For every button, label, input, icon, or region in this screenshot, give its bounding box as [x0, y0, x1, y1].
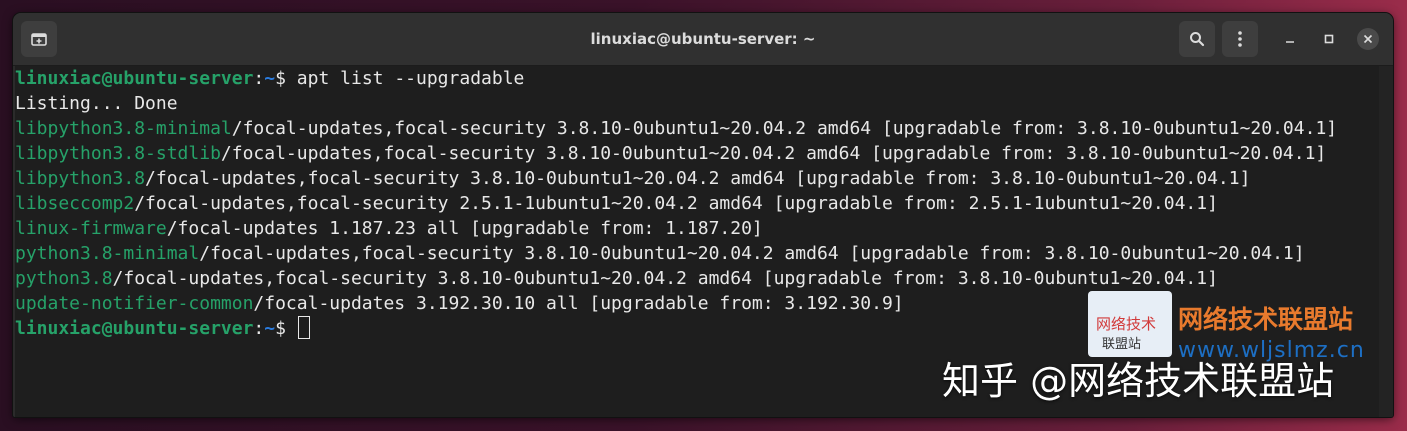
package-line: linux-firmware/focal-updates 1.187.23 al…: [15, 216, 763, 241]
minimize-button[interactable]: [1279, 28, 1301, 50]
package-line: libseccomp2/focal-updates,focal-security…: [15, 191, 1218, 216]
package-name: libpython3.8: [15, 168, 146, 189]
package-details: /focal-updates 1.187.23 all [upgradable …: [166, 218, 763, 239]
package-name: python3.8: [15, 268, 113, 289]
prompt-user-host: linuxiac@ubuntu-server: [15, 318, 254, 339]
prompt-dollar: $: [275, 68, 297, 89]
package-name: linux-firmware: [15, 218, 167, 239]
watermark-logo-line1: 网络技术: [1096, 315, 1157, 333]
close-icon: [1363, 34, 1373, 44]
kebab-menu-icon: [1238, 31, 1242, 47]
package-name: python3.8-minimal: [15, 243, 200, 264]
command-line: linuxiac@ubuntu-server:~$ apt list --upg…: [15, 66, 524, 91]
package-line: update-notifier-common/focal-updates 3.1…: [15, 291, 904, 316]
prompt-user-host: linuxiac@ubuntu-server: [15, 68, 254, 89]
scrollbar[interactable]: [1379, 66, 1393, 417]
prompt-dollar: $: [275, 318, 297, 339]
prompt-separator: :: [253, 68, 265, 89]
maximize-icon: [1324, 34, 1334, 44]
package-name: libpython3.8-minimal: [15, 118, 232, 139]
package-details: /focal-updates,focal-security 3.8.10-0ub…: [145, 168, 1251, 189]
package-line: libpython3.8/focal-updates,focal-securit…: [15, 166, 1250, 191]
prompt-separator: :: [253, 318, 265, 339]
package-details: /focal-updates,focal-security 3.8.10-0ub…: [220, 143, 1327, 164]
package-line: libpython3.8-minimal/focal-updates,focal…: [15, 116, 1337, 141]
package-details: /focal-updates,focal-security 3.8.10-0ub…: [199, 243, 1305, 264]
package-details: /focal-updates 3.192.30.10 all [upgradab…: [253, 293, 904, 314]
maximize-button[interactable]: [1318, 28, 1340, 50]
prompt-path: ~: [264, 318, 276, 339]
watermark-zhihu: 知乎 @网络技术联盟站: [942, 359, 1335, 403]
search-icon: [1190, 32, 1205, 47]
package-name: update-notifier-common: [15, 293, 254, 314]
terminal-cursor: [297, 316, 310, 339]
minimize-icon: [1286, 41, 1294, 43]
close-button[interactable]: [1357, 28, 1379, 50]
package-details: /focal-updates,focal-security 2.5.1-1ubu…: [134, 193, 1218, 214]
search-button[interactable]: [1179, 21, 1215, 57]
watermark-logo: 网络技术 联盟站: [1088, 291, 1172, 357]
package-details: /focal-updates,focal-security 3.8.10-0ub…: [231, 118, 1338, 139]
package-name: libseccomp2: [15, 193, 135, 214]
package-details: /focal-updates,focal-security 3.8.10-0ub…: [112, 268, 1218, 289]
watermark-site-name: 网络技术联盟站: [1178, 305, 1354, 334]
prompt-line: linuxiac@ubuntu-server:~$: [15, 316, 310, 341]
package-line: libpython3.8-stdlib/focal-updates,focal-…: [15, 141, 1326, 166]
prompt-path: ~: [264, 68, 276, 89]
package-line: python3.8/focal-updates,focal-security 3…: [15, 266, 1218, 291]
status-line: Listing... Done: [15, 93, 178, 114]
command-text: apt list --upgradable: [296, 68, 525, 89]
package-line: python3.8-minimal/focal-updates,focal-se…: [15, 241, 1305, 266]
title-bar[interactable]: linuxiac@ubuntu-server: ~: [13, 13, 1393, 66]
package-name: libpython3.8-stdlib: [15, 143, 221, 164]
menu-button[interactable]: [1222, 21, 1258, 57]
